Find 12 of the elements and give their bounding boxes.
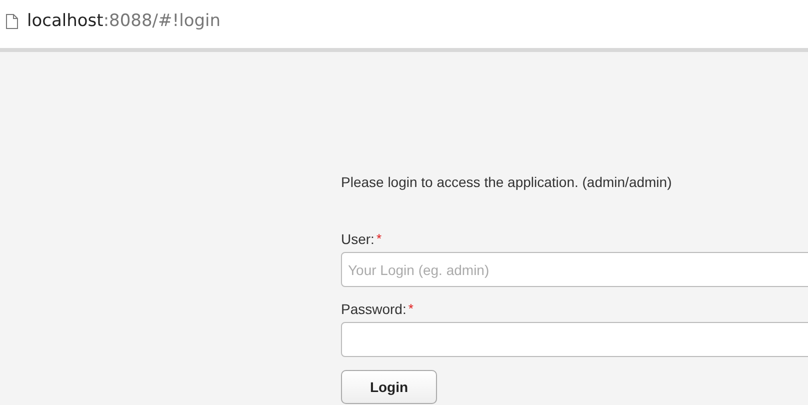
url-host: localhost [27, 11, 104, 31]
required-mark: * [376, 231, 382, 248]
required-mark: * [408, 301, 414, 318]
url-path: :8088/#!login [103, 11, 221, 31]
password-field[interactable] [341, 322, 808, 357]
field-label: Password: [341, 301, 406, 319]
address-bar[interactable]: localhost:8088/#!login [0, 0, 808, 52]
login-button[interactable]: Login [341, 370, 437, 404]
user-field[interactable]: Your Login (eg. admin) [341, 252, 808, 287]
login-message: Please login to access the application. (admin/admin) [341, 173, 673, 191]
field-label: User: [341, 231, 374, 249]
page-icon [6, 14, 18, 28]
